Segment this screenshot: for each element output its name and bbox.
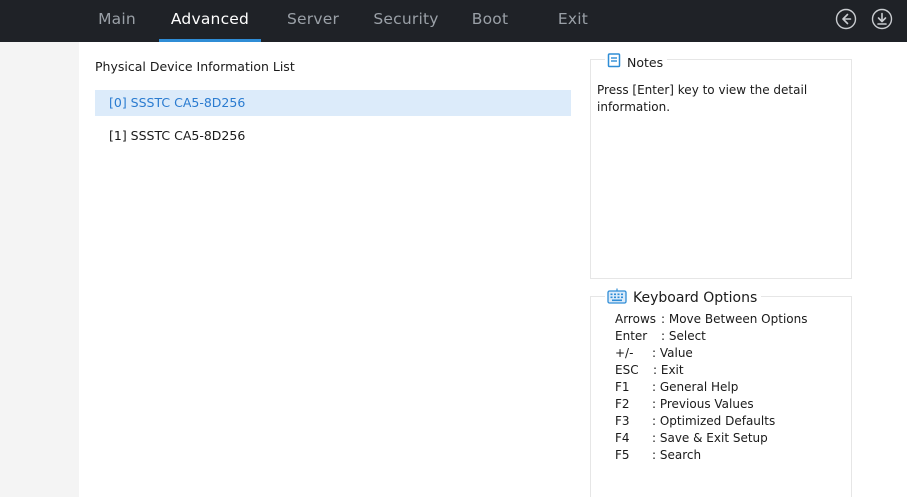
back-arrow-icon[interactable]: [835, 8, 857, 30]
notes-header: Notes: [605, 53, 668, 72]
kb-row-f5: F5 : Search: [615, 447, 807, 464]
kb-desc: : General Help: [652, 380, 739, 394]
keyboard-options-panel: Keyboard Options Arrows : Move Between O…: [590, 288, 852, 497]
download-icon[interactable]: [871, 8, 893, 30]
kb-row-value: +/- : Value: [615, 345, 807, 362]
kb-desc: : Save & Exit Setup: [652, 431, 768, 445]
page-title: Physical Device Information List: [95, 59, 295, 74]
tab-boot[interactable]: Boot: [462, 0, 518, 42]
notes-text: Press [Enter] key to view the detail inf…: [597, 83, 808, 114]
kb-key: Enter: [615, 329, 648, 343]
kb-row-f4: F4 : Save & Exit Setup: [615, 430, 807, 447]
kb-desc: : Exit: [653, 363, 684, 377]
tab-main[interactable]: Main: [79, 0, 155, 42]
kb-key: +/-: [615, 346, 634, 360]
kb-key: F1: [615, 380, 630, 394]
kb-key: ESC: [615, 363, 639, 377]
notes-title: Notes: [627, 55, 664, 70]
kb-desc: : Search: [652, 448, 702, 462]
top-nav-bar: Main Advanced Server Security Boot Exit: [0, 0, 907, 42]
tab-exit[interactable]: Exit: [546, 0, 600, 42]
kb-desc: : Previous Values: [652, 397, 754, 411]
kb-row-esc: ESC : Exit: [615, 362, 807, 379]
notes-icon: [607, 53, 621, 72]
kb-key: F4: [615, 431, 630, 445]
kb-key: F5: [615, 448, 630, 462]
kb-desc: : Select: [661, 329, 706, 343]
keyboard-icon: [607, 288, 627, 308]
kb-row-f1: F1 : General Help: [615, 379, 807, 396]
kb-row-f3: F3 : Optimized Defaults: [615, 413, 807, 430]
tab-advanced[interactable]: Advanced: [159, 0, 261, 42]
kb-key: F3: [615, 414, 630, 428]
kb-desc: : Value: [652, 346, 693, 360]
kb-row-arrows: Arrows : Move Between Options: [615, 311, 807, 328]
tab-server[interactable]: Server: [276, 0, 350, 42]
device-item-1[interactable]: [1] SSSTC CA5-8D256: [95, 123, 571, 149]
kb-key: Arrows: [615, 312, 657, 326]
keyboard-options-title: Keyboard Options: [633, 290, 758, 306]
kb-desc: : Optimized Defaults: [652, 414, 776, 428]
notes-panel: Notes Press [Enter] key to view the deta…: [590, 53, 852, 279]
kb-row-f2: F2 : Previous Values: [615, 396, 807, 413]
keyboard-options-list: Arrows : Move Between Options Enter : Se…: [615, 311, 807, 464]
device-item-0[interactable]: [0] SSSTC CA5-8D256: [95, 90, 571, 116]
tab-security[interactable]: Security: [364, 0, 448, 42]
kb-key: F2: [615, 397, 630, 411]
keyboard-options-header: Keyboard Options: [605, 288, 762, 308]
kb-row-enter: Enter : Select: [615, 328, 807, 345]
kb-desc: : Move Between Options: [661, 312, 808, 326]
